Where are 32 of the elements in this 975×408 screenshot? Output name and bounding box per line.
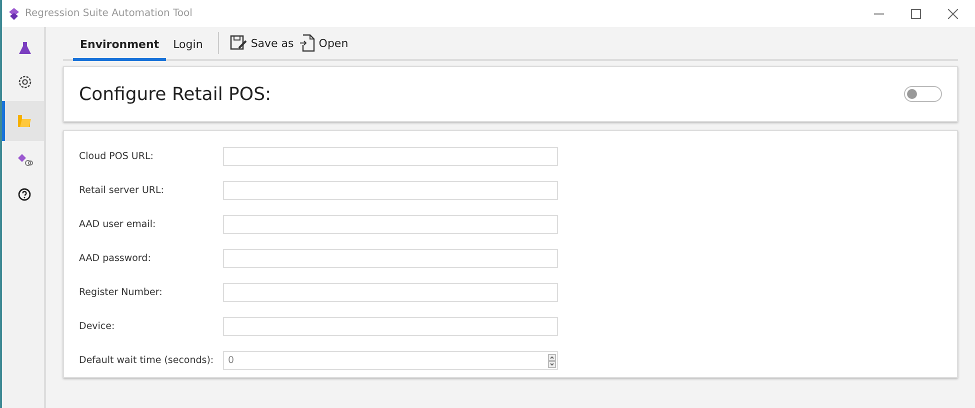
input-field[interactable] xyxy=(223,317,558,336)
field-label: AAD password: xyxy=(79,253,152,264)
document-icon xyxy=(300,34,316,52)
input-field[interactable] xyxy=(223,181,558,200)
settings-icon[interactable] xyxy=(16,74,32,90)
input-field[interactable] xyxy=(223,249,558,268)
section-title: Configure Retail POS: xyxy=(79,84,272,104)
input-field[interactable] xyxy=(223,215,558,234)
tab[interactable]: Environment xyxy=(73,30,166,60)
spin-down-icon[interactable] xyxy=(548,360,556,368)
field-label: Cloud POS URL: xyxy=(79,151,154,162)
tab[interactable]: Login xyxy=(166,30,210,60)
save-icon xyxy=(230,35,248,51)
input-field[interactable] xyxy=(223,147,558,166)
flask-icon[interactable] xyxy=(18,41,32,55)
app-logo-icon xyxy=(9,8,19,20)
field-label: Register Number: xyxy=(79,287,164,298)
field-label: AAD user email: xyxy=(79,219,157,230)
spin-up-icon[interactable] xyxy=(548,354,556,360)
field-label: Device: xyxy=(79,321,116,332)
field-label: Retail server URL: xyxy=(79,185,166,196)
open-button[interactable]: Open xyxy=(296,32,352,54)
help-icon[interactable] xyxy=(18,188,31,200)
number-field[interactable]: 0 xyxy=(223,351,558,370)
input-field[interactable] xyxy=(223,283,558,302)
window-title: Regression Suite Automation Tool xyxy=(25,8,192,19)
field-label: Default wait time (seconds): xyxy=(79,355,215,366)
maximize-icon[interactable] xyxy=(911,8,921,18)
save-as-button[interactable]: Save as xyxy=(226,33,297,53)
diamond-link-icon[interactable] xyxy=(16,153,32,167)
close-icon[interactable] xyxy=(948,8,958,18)
toggle-switch[interactable] xyxy=(904,86,942,102)
